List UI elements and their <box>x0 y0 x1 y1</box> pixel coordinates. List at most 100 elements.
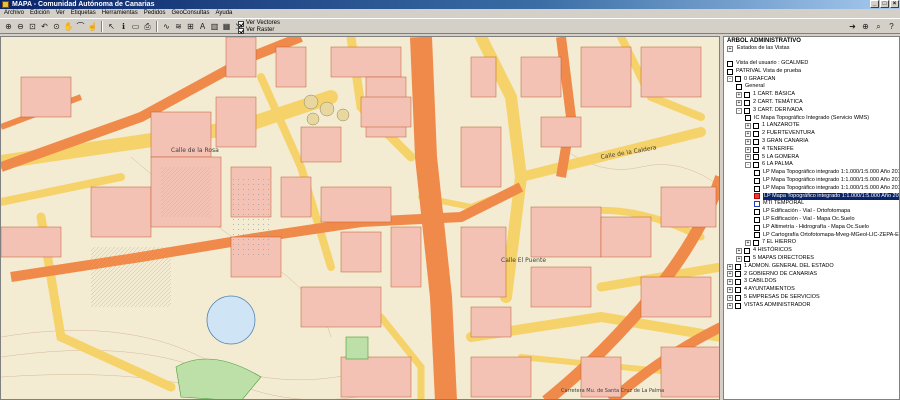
expand-toggle[interactable]: + <box>727 263 733 270</box>
pan-icon[interactable]: ✋ <box>63 21 74 32</box>
layer-checkbox[interactable] <box>754 232 760 239</box>
print-preview-icon[interactable]: ▭ <box>130 21 141 32</box>
layer-checkbox[interactable] <box>735 279 741 286</box>
collapse-toggle[interactable]: - <box>745 162 751 169</box>
tree-node[interactable]: LP Mapa Topográfico integrado 1:1.000/1:… <box>724 177 899 185</box>
layer-checkbox[interactable] <box>744 248 750 255</box>
layer-checkbox[interactable] <box>754 170 760 177</box>
help-icon[interactable]: ? <box>886 21 897 32</box>
layer-checkbox[interactable] <box>754 224 760 231</box>
layers-icon[interactable]: ≋ <box>173 21 184 32</box>
tree-node[interactable]: + VISTAS ADMINISTRADOR <box>724 302 899 310</box>
collapse-toggle[interactable]: - <box>727 76 733 83</box>
tree-node[interactable]: +7 EL HIERRO <box>724 239 899 247</box>
layer-checkbox[interactable] <box>754 201 760 208</box>
tree-node[interactable]: +2 GOBIERNO DE CANARIAS <box>724 271 899 279</box>
tree-node[interactable]: - 6 LA PALMA <box>724 161 899 169</box>
tree-node[interactable]: - 0 GRAFCAN <box>724 76 899 84</box>
close-button[interactable]: × <box>890 0 899 8</box>
layer-checkbox[interactable] <box>753 146 759 153</box>
tree-node[interactable]: LP Edificación - Vial - Ortofotomapa <box>724 208 899 216</box>
layer-checkbox[interactable] <box>727 60 733 67</box>
measure-icon[interactable]: ⌒ <box>75 21 86 32</box>
layer-checkbox[interactable] <box>753 162 759 169</box>
maximize-button[interactable]: □ <box>880 0 889 8</box>
layer-checkbox[interactable] <box>753 138 759 145</box>
layer-checkbox[interactable] <box>753 154 759 161</box>
ver-vectores-toggle[interactable]: Ver Vectores <box>238 20 280 27</box>
layer-checkbox[interactable] <box>735 287 741 293</box>
expand-toggle[interactable]: + <box>727 287 733 293</box>
ver-raster-toggle[interactable]: Ver Raster <box>238 27 280 34</box>
tree-node[interactable]: +1 CART. BÁSICA <box>724 91 899 99</box>
tree-node[interactable]: Vista del usuario : GCALMED <box>724 60 899 68</box>
expand-toggle[interactable]: + <box>745 138 751 145</box>
expand-toggle[interactable]: + <box>736 255 742 262</box>
layer-checkbox[interactable] <box>735 76 741 83</box>
layer-checkbox[interactable] <box>754 216 760 223</box>
layer-checkbox[interactable] <box>744 92 750 99</box>
collapse-toggle[interactable]: - <box>736 107 742 114</box>
search-right-icon[interactable]: ⌕ <box>873 21 884 32</box>
tree-node[interactable]: MTI TEMPORAL <box>724 200 899 208</box>
tree-node[interactable]: General <box>724 83 899 91</box>
map-view[interactable]: Calle de la Caldera Calle El Puente Call… <box>0 36 720 400</box>
layer-checkbox[interactable] <box>754 185 760 192</box>
expand-toggle[interactable]: + <box>745 146 751 153</box>
expand-toggle[interactable]: + <box>727 45 733 52</box>
tree-node[interactable]: IC Mapa Topográfico Integrado (Servicio … <box>724 115 899 123</box>
layer-checkbox[interactable] <box>744 99 750 106</box>
expand-toggle[interactable]: + <box>736 99 742 106</box>
layer-checkbox[interactable] <box>753 240 759 247</box>
layer-checkbox[interactable] <box>754 177 760 184</box>
tree-node[interactable]: LP Altimetría - Hidrografía - Mapa Oc.Su… <box>724 224 899 232</box>
expand-toggle[interactable]: + <box>745 123 751 130</box>
expand-toggle[interactable]: + <box>727 271 733 278</box>
expand-toggle[interactable]: + <box>745 240 751 247</box>
layer-checkbox[interactable] <box>753 123 759 130</box>
zoom-extent-icon[interactable]: ⊙ <box>51 21 62 32</box>
menu-ver[interactable]: Ver <box>56 9 65 18</box>
ver-raster-checkbox[interactable] <box>238 27 244 34</box>
layer-checkbox[interactable] <box>727 68 733 75</box>
tree-node[interactable]: LP Mapa Topográfico integrado 1:1.000/1:… <box>724 192 899 201</box>
tree-node[interactable]: LP Mapa Topográfico integrado 1:1.000/1:… <box>724 169 899 177</box>
expand-toggle[interactable]: + <box>727 294 733 301</box>
tree-node[interactable]: +2 CART. TEMÁTICA <box>724 99 899 107</box>
menu-pedidos[interactable]: Pedidos <box>144 9 166 18</box>
menu-ayuda[interactable]: Ayuda <box>215 9 232 18</box>
tree-node[interactable]: +5 MAPAS DIRECTORES <box>724 255 899 263</box>
menu-archivo[interactable]: Archivo <box>4 9 24 18</box>
layer-checkbox[interactable] <box>753 131 759 138</box>
tree-node[interactable]: +1 ADMON. GENERAL DEL ESTADO <box>724 263 899 271</box>
table-icon[interactable]: ▦ <box>221 21 232 32</box>
label-icon[interactable]: A <box>197 21 208 32</box>
expand-toggle[interactable]: + <box>727 302 733 309</box>
forward-icon[interactable]: ➜ <box>847 21 858 32</box>
expand-toggle[interactable]: + <box>736 92 742 99</box>
layer-checkbox[interactable] <box>735 294 741 301</box>
tree-node[interactable]: - 3 CART. DERIVADA <box>724 107 899 115</box>
layer-checkbox[interactable] <box>736 84 742 91</box>
tree-node[interactable]: LP Mapa Topográfico integrado 1:1.000/1:… <box>724 185 899 193</box>
layer-checkbox[interactable] <box>735 263 741 270</box>
tree-node[interactable]: +2 FUERTEVENTURA <box>724 130 899 138</box>
layer-checkbox[interactable] <box>735 271 741 278</box>
expand-toggle[interactable]: + <box>745 154 751 161</box>
query-icon[interactable]: ⊞ <box>185 21 196 32</box>
tree-node[interactable]: +4 HISTÓRICOS <box>724 247 899 255</box>
print-icon[interactable]: ⎙ <box>142 21 153 32</box>
layer-checkbox[interactable] <box>735 302 741 309</box>
profile-icon[interactable]: ∿ <box>161 21 172 32</box>
zoom-in-icon[interactable]: ⊕ <box>3 21 14 32</box>
tree-node[interactable]: +3 GRAN CANARIA <box>724 138 899 146</box>
ver-vectores-checkbox[interactable] <box>238 20 244 27</box>
zoom-previous-icon[interactable]: ↶ <box>39 21 50 32</box>
tree-node[interactable]: +4 AYUNTAMIENTOS <box>724 286 899 294</box>
pointer-icon[interactable]: ↖ <box>106 21 117 32</box>
tree-node[interactable]: +1 LANZAROTE <box>724 122 899 130</box>
tree-node[interactable]: LP Edificación - Vial - Mapa Oc.Suelo <box>724 216 899 224</box>
zoom-out-icon[interactable]: ⊖ <box>15 21 26 32</box>
stats-icon[interactable]: ▥ <box>209 21 220 32</box>
menu-edicion[interactable]: Edición <box>30 9 50 18</box>
